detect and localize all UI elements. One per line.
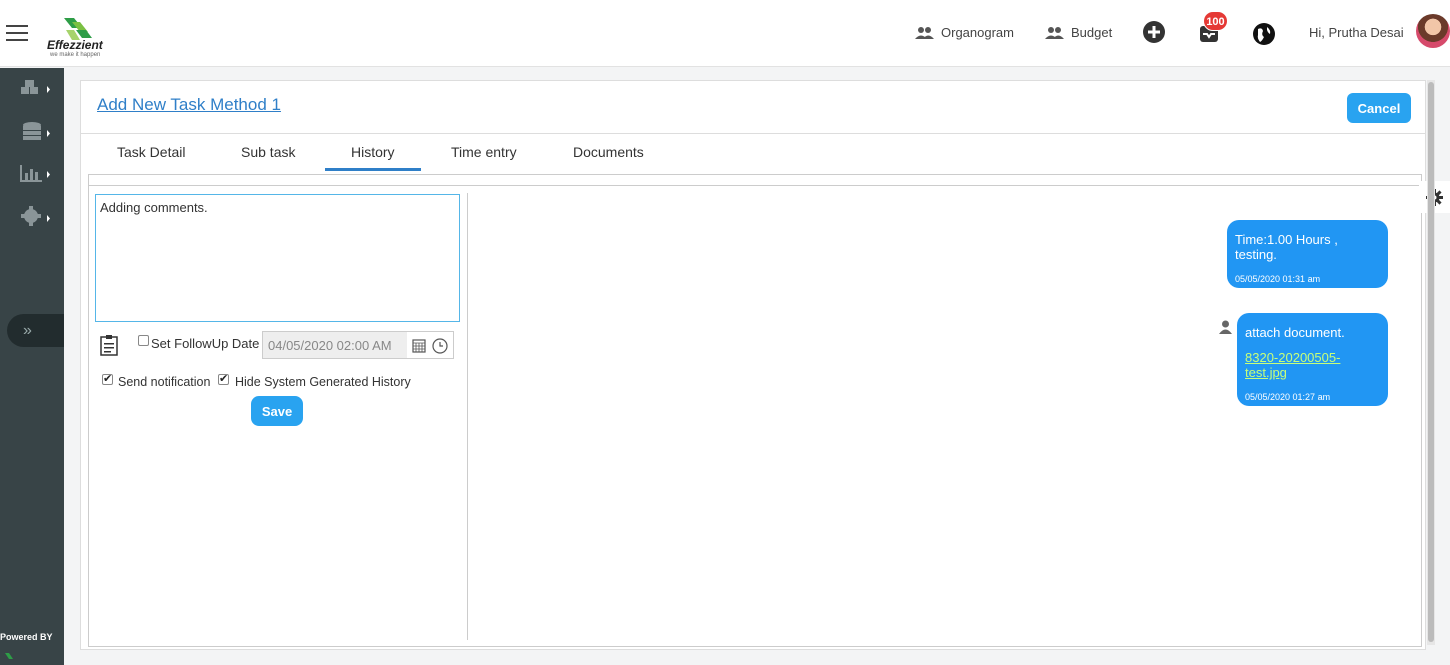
header-divider xyxy=(80,133,1426,134)
budget-label: Budget xyxy=(1071,25,1113,40)
hide-history-checkbox[interactable] xyxy=(218,372,229,385)
hide-history-label: Hide System Generated History xyxy=(235,375,411,389)
tab-history[interactable]: History xyxy=(351,144,395,160)
gear-icon[interactable] xyxy=(18,204,54,228)
calendar-icon[interactable] xyxy=(412,339,426,353)
organogram-link[interactable]: Organogram xyxy=(915,25,1014,40)
send-notification-label: Send notification xyxy=(118,375,211,389)
page-title[interactable]: Add New Task Method 1 xyxy=(97,95,281,115)
notification-badge[interactable]: 100 xyxy=(1203,11,1228,31)
organogram-label: Organogram xyxy=(941,25,1014,40)
tab-documents[interactable]: Documents xyxy=(573,144,644,160)
followup-label: Set FollowUp Date xyxy=(151,336,260,351)
history-timestamp: 05/05/2020 01:31 am xyxy=(1235,274,1321,284)
sidebar-expand-button[interactable]: » xyxy=(7,314,64,347)
active-tab-indicator xyxy=(325,168,421,171)
cubes-icon[interactable] xyxy=(18,78,54,102)
logo-tagline: we make it happen xyxy=(50,52,101,58)
clipboard-icon[interactable] xyxy=(99,334,121,356)
history-message-text: Time:1.00 Hours , testing. xyxy=(1235,232,1338,262)
powered-by-label: Powered BY xyxy=(0,632,53,642)
history-message-text: attach document. xyxy=(1245,325,1345,340)
clock-icon[interactable] xyxy=(432,338,448,354)
scrollbar-thumb[interactable] xyxy=(1428,82,1434,642)
tab-time-entry[interactable]: Time entry xyxy=(451,144,517,160)
top-bar: Effezzient we make it happen Organogram … xyxy=(0,0,1450,67)
column-divider xyxy=(467,193,468,640)
globe-icon[interactable] xyxy=(1253,23,1275,45)
add-circle-icon[interactable] xyxy=(1143,21,1165,43)
comment-input[interactable]: Adding comments. xyxy=(95,194,460,322)
powered-logo-icon xyxy=(5,653,13,659)
database-icon[interactable] xyxy=(18,120,54,144)
history-message: attach document. 8320-20200505-test.jpg … xyxy=(1237,313,1388,406)
followup-date-input[interactable] xyxy=(262,331,408,359)
save-button[interactable]: Save xyxy=(251,396,303,426)
send-notification-checkbox[interactable] xyxy=(102,372,113,385)
user-greeting[interactable]: Hi, Prutha Desai xyxy=(1309,25,1404,40)
attachment-link[interactable]: 8320-20200505-test.jpg xyxy=(1245,350,1380,380)
users-icon xyxy=(1045,26,1064,39)
history-timestamp: 05/05/2020 01:27 am xyxy=(1245,392,1331,402)
history-message: Time:1.00 Hours , testing. 05/05/2020 01… xyxy=(1227,220,1388,288)
tab-task-detail[interactable]: Task Detail xyxy=(117,144,185,160)
users-icon xyxy=(915,26,934,39)
sidebar: » Powered BY xyxy=(0,68,64,665)
tab-sub-task[interactable]: Sub task xyxy=(241,144,295,160)
hamburger-menu-icon[interactable] xyxy=(6,25,28,41)
user-icon xyxy=(1219,320,1232,334)
cancel-button[interactable]: Cancel xyxy=(1347,93,1411,123)
bar-chart-icon[interactable] xyxy=(18,162,54,186)
logo-name: Effezzient xyxy=(47,38,103,52)
budget-link[interactable]: Budget xyxy=(1045,25,1112,40)
followup-checkbox[interactable] xyxy=(138,335,149,346)
avatar[interactable] xyxy=(1416,14,1450,48)
date-picker-buttons xyxy=(407,331,454,359)
